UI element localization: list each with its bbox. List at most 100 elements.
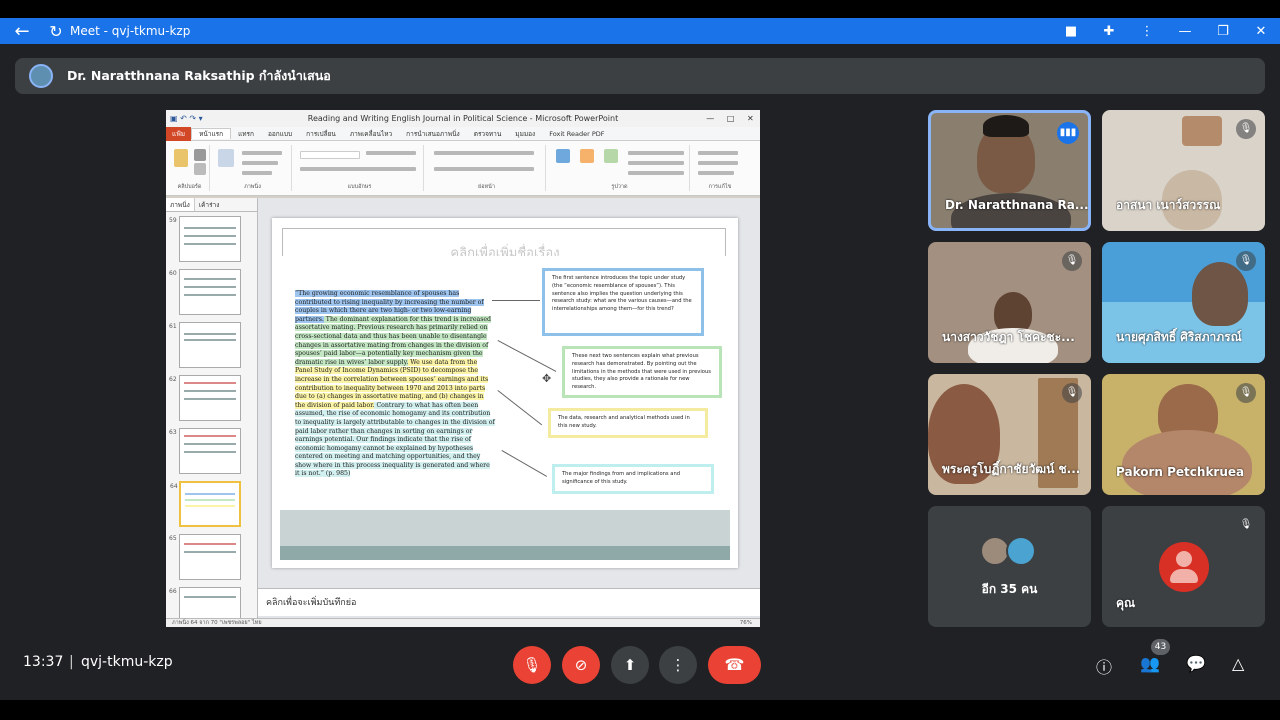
ppt-tab-transitions[interactable]: การเปลี่ยน xyxy=(299,129,343,139)
ppt-tab-view[interactable]: มุมมอง xyxy=(508,129,542,139)
ribbon-line xyxy=(628,171,684,175)
restore-icon[interactable]: ❐ xyxy=(1204,24,1242,39)
tab-slides[interactable]: ภาพนิ่ง xyxy=(166,198,195,211)
ribbon-line xyxy=(628,161,684,165)
ppt-tab-slideshow[interactable]: การนำเสนอภาพนิ่ง xyxy=(399,129,467,139)
thumbnail-panel-tabs: ภาพนิ่ง เค้าร่าง xyxy=(166,198,257,212)
slide-thumbnail[interactable]: 62 xyxy=(169,375,241,421)
thumb-line xyxy=(184,278,236,280)
ppt-tab-review[interactable]: ตรวจทาน xyxy=(467,129,509,139)
arrange-icon[interactable] xyxy=(580,149,594,163)
ppt-ribbon: คลิปบอร์ด ภาพนิ่ง แบบอักษร ย่อหน้า รูปวา… xyxy=(166,141,760,196)
chat-icon[interactable]: 💬 xyxy=(1186,654,1206,673)
current-slide[interactable]: คลิกเพื่อเพิ่มชื่อเรื่อง “The growing ec… xyxy=(272,218,738,568)
quick-access-icons[interactable]: ▣ ↶ ↷ ▾ xyxy=(166,114,226,123)
mic-toggle-button[interactable]: 🎙 xyxy=(513,646,551,684)
meeting-info-icon[interactable]: ⓘ xyxy=(1096,654,1112,678)
more-options-button[interactable]: ⋮ xyxy=(659,646,697,684)
self-tile[interactable]: 🎙 คุณ xyxy=(1102,506,1265,627)
kebab-menu-icon[interactable]: ⋮ xyxy=(1128,24,1166,39)
notes-pane[interactable]: คลิกเพื่อจะเพิ่มบันทึกย่อ xyxy=(258,588,760,616)
extension-puzzle-icon[interactable]: ✚ xyxy=(1090,24,1128,39)
window-controls: ■ ✚ ⋮ — ❐ ✕ xyxy=(1052,18,1280,44)
paste-icon[interactable] xyxy=(174,149,188,167)
window-title: Meet - qvj-tkmu-kzp xyxy=(70,24,191,38)
participant-name: นางสาววัชฎา โชคะชะ... xyxy=(942,330,1075,344)
reload-icon[interactable]: ↻ xyxy=(44,22,68,41)
slide-thumbnail-selected[interactable]: 64 xyxy=(170,481,241,527)
connector-line xyxy=(492,300,540,301)
status-zoom[interactable]: 76% xyxy=(740,620,760,626)
ribbon-label-slides: ภาพนิ่ง xyxy=(244,184,261,190)
callout-methods: The data, research and analytical method… xyxy=(548,408,708,438)
thumb-line xyxy=(184,596,236,598)
people-icon[interactable]: 👥 xyxy=(1140,654,1160,673)
ribbon-line xyxy=(698,161,738,165)
slide-thumbnail[interactable]: 63 xyxy=(169,428,241,474)
ppt-tab-file[interactable]: แฟ้ม xyxy=(166,126,192,141)
participant-tile[interactable]: 🎙 นายศุภสิทธิ์ ศิริสภาภรณ์ xyxy=(1102,242,1265,363)
ppt-titlebar: ▣ ↶ ↷ ▾ Reading and Writing English Jour… xyxy=(166,110,760,127)
thumb-line xyxy=(184,443,236,445)
ppt-window-controls[interactable]: — □ ✕ xyxy=(700,114,760,123)
slide-thumbnail[interactable]: 60 xyxy=(169,269,241,315)
participant-tile-presenter[interactable]: ▮▮▮ Dr. Naratthnana Ra... xyxy=(928,110,1091,231)
mic-muted-icon: 🎙 xyxy=(1236,251,1256,271)
presenter-avatar xyxy=(29,64,53,88)
participant-tile[interactable]: 🎙 นางสาววัชฎา โชคะชะ... xyxy=(928,242,1091,363)
title-placeholder[interactable]: คลิกเพื่อเพิ่มชื่อเรื่อง xyxy=(272,242,738,256)
thumb-line xyxy=(184,451,236,453)
camera-icon[interactable]: ■ xyxy=(1052,24,1090,39)
ribbon-label-drawing: รูปวาด xyxy=(611,184,628,190)
thumb-line xyxy=(184,435,236,437)
ppt-tab-foxit[interactable]: Foxit Reader PDF xyxy=(542,130,611,138)
participant-name: อาสนา เนาว์สวรรณ xyxy=(1116,198,1221,212)
ppt-tab-design[interactable]: ออกแบบ xyxy=(261,129,299,139)
back-arrow-icon[interactable]: ← xyxy=(0,21,44,42)
slide-thumbnail[interactable]: 65 xyxy=(169,534,241,580)
ribbon-label-editing: การแก้ไข xyxy=(708,184,732,190)
thumb-line xyxy=(184,235,236,237)
thumb-line xyxy=(185,505,235,507)
participant-tile[interactable]: 🎙 พระครูโบฏิ์กาชัยวัฒน์ ช... xyxy=(928,374,1091,495)
shapes-icon[interactable] xyxy=(556,149,570,163)
thumb-number: 60 xyxy=(169,270,177,277)
thumb-line xyxy=(184,294,236,296)
shared-screen: ▣ ↶ ↷ ▾ Reading and Writing English Jour… xyxy=(166,110,760,627)
connector-line xyxy=(497,390,543,426)
present-button[interactable]: ⬆ xyxy=(611,646,649,684)
others-tile[interactable]: อีก 35 คน xyxy=(928,506,1091,627)
meeting-controls-bar: 13:37 | qvj-tkmu-kzp 🎙 ⊘ ⬆ ⋮ ☎ ⓘ 👥 43 💬 … xyxy=(0,636,1280,692)
meeting-clock: 13:37 xyxy=(23,654,64,670)
new-slide-icon[interactable] xyxy=(218,149,234,167)
slide-thumbnail[interactable]: 61 xyxy=(169,322,241,368)
ppt-tab-animations[interactable]: ภาพเคลื่อนไหว xyxy=(343,129,399,139)
separator: | xyxy=(69,654,74,670)
participant-hair xyxy=(983,115,1029,137)
close-icon[interactable]: ✕ xyxy=(1242,24,1280,39)
ppt-tab-insert[interactable]: แทรก xyxy=(231,129,261,139)
thumb-line xyxy=(184,543,236,545)
thumb-line xyxy=(184,227,236,229)
ppt-tab-home[interactable]: หน้าแรก xyxy=(191,128,232,139)
leave-call-button[interactable]: ☎ xyxy=(708,646,761,684)
speaking-indicator-icon: ▮▮▮ xyxy=(1057,122,1079,144)
ribbon-line xyxy=(628,151,684,155)
ribbon-line xyxy=(434,151,534,155)
copy-icon[interactable] xyxy=(194,163,206,175)
quick-styles-icon[interactable] xyxy=(604,149,618,163)
activities-icon[interactable]: △ xyxy=(1232,654,1244,673)
cut-icon[interactable] xyxy=(194,149,206,161)
participant-tile[interactable]: 🎙 อาสนา เนาว์สวรรณ xyxy=(1102,110,1265,231)
participant-name: Pakorn Petchkruea xyxy=(1116,465,1245,479)
tab-outline[interactable]: เค้าร่าง xyxy=(195,198,224,211)
callout-previous-research: These next two sentences explain what pr… xyxy=(562,346,722,398)
thumb-line xyxy=(185,493,235,495)
camera-toggle-button[interactable]: ⊘ xyxy=(562,646,600,684)
minimize-icon[interactable]: — xyxy=(1166,24,1204,39)
participant-video xyxy=(1192,262,1248,326)
participant-tile[interactable]: 🎙 Pakorn Petchkruea xyxy=(1102,374,1265,495)
slide-thumbnail[interactable]: 59 xyxy=(169,216,241,262)
font-name-box[interactable] xyxy=(300,151,360,159)
ppt-ribbon-tabs: แฟ้ม หน้าแรก แทรก ออกแบบ การเปลี่ยน ภาพเ… xyxy=(166,126,760,141)
